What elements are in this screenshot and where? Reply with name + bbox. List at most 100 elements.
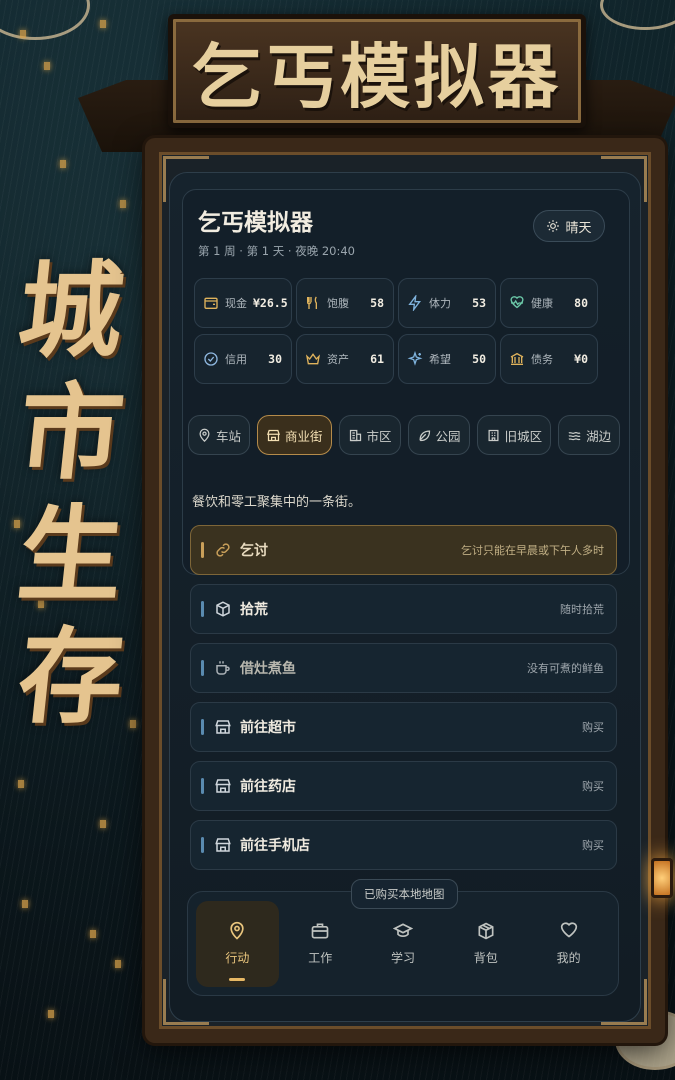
action-hint: 随时拾荒	[560, 603, 604, 616]
tab-label: 市区	[366, 428, 392, 444]
tab-label: 商业街	[285, 428, 323, 444]
side-title-char: 存	[12, 615, 130, 738]
bank-icon	[510, 352, 524, 365]
nav-backpack[interactable]: 背包	[444, 901, 527, 987]
storefront-icon	[267, 429, 281, 441]
action-list: 乞讨 乞讨只能在早晨或下午人多时 拾荒 随时拾荒 借灶煮鱼 没有可煮的鲜鱼 前往…	[190, 525, 617, 879]
nav-label: 学习	[390, 951, 415, 965]
stat-value: 80	[574, 296, 588, 310]
lit-window	[100, 20, 106, 28]
cup-icon	[216, 661, 230, 675]
nav-label: 我的	[556, 951, 581, 965]
nav-study[interactable]: 学习	[362, 901, 445, 987]
action-accent-bar	[201, 719, 204, 735]
action-name: 借灶煮鱼	[240, 661, 296, 677]
nav-profile[interactable]: 我的	[527, 901, 610, 987]
game-time: 第 1 周 · 第 1 天 · 夜晚 20:40	[198, 244, 355, 258]
tab-commercial-street[interactable]: 商业街	[257, 415, 332, 455]
leaf-icon	[419, 429, 430, 441]
action-cook-fish[interactable]: 借灶煮鱼 没有可煮的鲜鱼	[190, 643, 617, 693]
map-purchased-chip: 已购买本地地图	[351, 879, 458, 909]
tab-old-town[interactable]: 旧城区	[476, 415, 552, 455]
action-name: 前往手机店	[240, 838, 310, 854]
weather-badge[interactable]: 晴天	[533, 210, 605, 242]
side-title-char: 市	[12, 371, 130, 494]
graduation-cap-icon	[392, 923, 413, 938]
pin-icon	[199, 428, 210, 442]
nav-action[interactable]: 行动	[196, 900, 279, 987]
stat-label: 希望	[429, 353, 451, 366]
action-hint: 乞讨只能在早晨或下午人多时	[461, 544, 604, 557]
lit-window	[22, 900, 28, 908]
stat-value: ¥0	[574, 352, 588, 366]
game-panel: 乞丐模拟器 第 1 周 · 第 1 天 · 夜晚 20:40 晴天 现金 ¥26…	[169, 172, 641, 1022]
lit-window	[20, 30, 26, 38]
nav-label: 背包	[473, 951, 498, 965]
action-go-supermarket[interactable]: 前往超市 购买	[190, 702, 617, 752]
nav-label: 工作	[308, 951, 333, 965]
tab-label: 旧城区	[504, 428, 543, 444]
action-accent-bar	[201, 837, 204, 853]
wallet-icon	[204, 297, 218, 309]
tab-downtown[interactable]: 市区	[338, 415, 401, 455]
weather-label: 晴天	[565, 220, 592, 236]
old-building-icon	[488, 429, 499, 441]
action-accent-bar	[201, 660, 204, 676]
tab-park[interactable]: 公园	[407, 415, 470, 455]
action-accent-bar	[201, 601, 204, 617]
stat-value: 50	[472, 352, 486, 366]
store-icon	[215, 779, 231, 793]
stat-label: 体力	[429, 297, 451, 310]
stat-debt: 债务 ¥0	[500, 334, 598, 384]
tab-lakeside[interactable]: 湖边	[558, 415, 621, 455]
lit-window	[100, 820, 106, 828]
stat-label: 健康	[531, 297, 553, 310]
waves-icon	[568, 431, 581, 440]
lit-window	[18, 780, 24, 788]
lit-window	[115, 960, 121, 968]
stat-value: 58	[370, 296, 384, 310]
location-description: 餐饮和零工聚集中的一条街。	[192, 495, 362, 510]
package-icon	[478, 922, 494, 940]
heart-pulse-icon	[510, 296, 524, 309]
store-icon	[215, 720, 231, 734]
action-go-pharmacy[interactable]: 前往药店 购买	[190, 761, 617, 811]
sign-title: 乞丐模拟器	[192, 34, 562, 118]
pin-icon	[230, 921, 245, 940]
tab-station[interactable]: 车站	[188, 415, 251, 455]
action-name: 前往药店	[240, 779, 296, 795]
stat-stamina: 体力 53	[398, 278, 496, 328]
action-beg[interactable]: 乞讨 乞讨只能在早晨或下午人多时	[190, 525, 617, 575]
action-name: 前往超市	[240, 720, 296, 736]
action-hint: 购买	[582, 780, 604, 793]
lit-window	[44, 62, 50, 70]
action-accent-bar	[201, 778, 204, 794]
stat-value: 61	[370, 352, 384, 366]
utensils-icon	[307, 296, 317, 309]
stat-value: 53	[472, 296, 486, 310]
sun-icon	[547, 220, 560, 232]
sparkle-icon	[407, 351, 423, 366]
action-scavenge[interactable]: 拾荒 随时拾荒	[190, 584, 617, 634]
lit-window	[60, 160, 66, 168]
lantern-decoration	[651, 858, 673, 898]
side-title-char: 生	[12, 493, 130, 616]
nav-work[interactable]: 工作	[279, 901, 362, 987]
lit-window	[120, 200, 126, 208]
stat-hope: 希望 50	[398, 334, 496, 384]
app-title: 乞丐模拟器	[198, 210, 313, 236]
action-go-phone-store[interactable]: 前往手机店 购买	[190, 820, 617, 870]
side-calligraphy-title: 城 市 生 存	[6, 249, 136, 738]
stat-satiety: 饱腹 58	[296, 278, 394, 328]
stat-label: 饱腹	[327, 297, 349, 310]
store-icon	[215, 838, 231, 852]
sign-board: 乞丐模拟器	[168, 14, 586, 128]
crown-icon	[305, 353, 321, 365]
lit-window	[48, 1010, 54, 1018]
action-accent-bar	[201, 542, 204, 558]
stat-cash: 现金 ¥26.5	[194, 278, 292, 328]
heart-icon	[560, 922, 577, 938]
action-name: 拾荒	[240, 602, 268, 618]
side-title-char: 城	[12, 249, 130, 372]
tab-label: 公园	[435, 428, 461, 444]
